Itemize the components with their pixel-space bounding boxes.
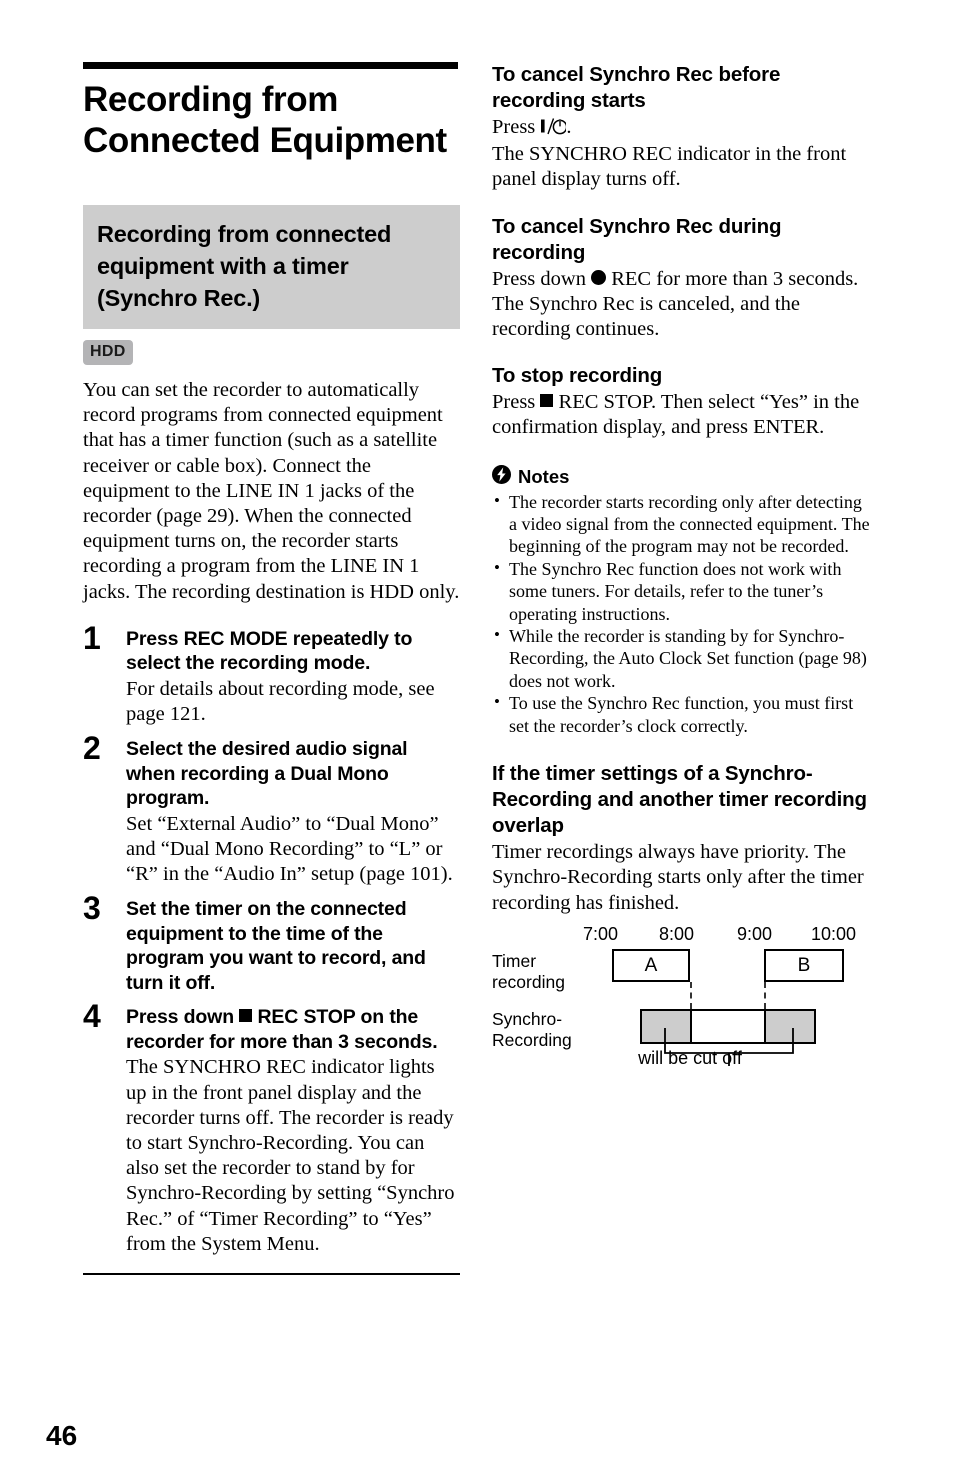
step-item-3: 3 Set the timer on the connected equipme… bbox=[83, 892, 460, 995]
step-heading-pre: Press down bbox=[126, 1006, 240, 1029]
step-number: 2 bbox=[83, 730, 101, 767]
step-detail: Set “External Audio” to “Dual Mono” and … bbox=[126, 812, 453, 886]
press-label: Press bbox=[492, 391, 541, 414]
step-number: 1 bbox=[83, 619, 101, 656]
press-label: Press bbox=[492, 116, 541, 138]
chapter-top-rule bbox=[83, 62, 458, 69]
right-column: To cancel Synchro Rec before recording s… bbox=[492, 62, 874, 940]
stop-square-icon bbox=[239, 1009, 253, 1023]
timer-block-a: A bbox=[612, 949, 690, 982]
step-heading: Set the timer on the connected equipment… bbox=[126, 898, 426, 994]
timer-recording-label: Timer recording bbox=[492, 951, 565, 992]
step-number: 4 bbox=[83, 998, 101, 1035]
note-item: To use the Synchro Rec function, you mus… bbox=[492, 691, 874, 737]
cancel-before-block: To cancel Synchro Rec before recording s… bbox=[492, 62, 874, 193]
stop-recording-body: Press REC STOP. Then select “Yes” in the… bbox=[492, 390, 874, 440]
flash-circle-icon bbox=[492, 464, 511, 489]
cancel-before-body: The SYNCHRO REC indicator in the front p… bbox=[492, 143, 847, 191]
page-title: Recording from Connected Equipment bbox=[83, 80, 447, 160]
step-item-2: 2 Select the desired audio signal when r… bbox=[83, 732, 460, 887]
notes-heading: Notes bbox=[492, 464, 874, 489]
section-heading-panel: Recording from connected equipment with … bbox=[83, 205, 460, 329]
cancel-during-block: To cancel Synchro Rec during recording P… bbox=[492, 214, 874, 343]
step-number: 3 bbox=[83, 890, 101, 927]
timer-block-b: B bbox=[764, 949, 844, 982]
record-circle-icon bbox=[591, 269, 607, 285]
step-detail: The SYNCHRO REC indicator lights up in t… bbox=[126, 1056, 455, 1255]
time-tick-4: 10:00 bbox=[810, 924, 856, 944]
hdd-badge: HDD bbox=[83, 340, 133, 365]
cancel-before-heading: To cancel Synchro Rec before recording s… bbox=[492, 63, 781, 112]
cutoff-caption: will be cut off bbox=[638, 1048, 742, 1068]
section-heading: Recording from connected equipment with … bbox=[97, 221, 392, 311]
synchro-recording-label: Synchro- Recording bbox=[492, 1009, 572, 1050]
time-tick-3: 9:00 bbox=[736, 924, 772, 944]
press-label: Press down bbox=[492, 267, 592, 290]
stop-recording-block: To stop recording Press REC STOP. Then s… bbox=[492, 363, 874, 440]
press-label-end: . bbox=[566, 116, 572, 138]
step-heading: Press down REC STOP on the recorder for … bbox=[126, 1005, 460, 1054]
step-heading: Press REC MODE repeatedly to select the … bbox=[126, 627, 413, 675]
step-detail: For details about recording mode, see pa… bbox=[126, 677, 435, 726]
press-label-end: REC for more than 3 seconds. bbox=[606, 267, 859, 290]
step-item-1: 1 Press REC MODE repeatedly to select th… bbox=[83, 622, 460, 727]
notes-block: Notes The recorder starts recording only… bbox=[492, 464, 874, 737]
overlap-body: Timer recordings always have priority. T… bbox=[492, 841, 864, 914]
section-intro: You can set the recorder to automaticall… bbox=[83, 379, 460, 603]
cut-end-dashed-line bbox=[764, 982, 766, 1009]
notes-list: The recorder starts recording only after… bbox=[492, 490, 874, 737]
note-item: The Synchro Rec function does not work w… bbox=[492, 557, 874, 625]
note-item: The recorder starts recording only after… bbox=[492, 490, 874, 558]
step-item-4: 4 Press down REC STOP on the recorder fo… bbox=[83, 1000, 460, 1257]
left-column: Recording from Connected Equipment Recor… bbox=[83, 62, 460, 1275]
timing-diagram: 7:00 8:00 9:00 10:00 Timer recording Syn… bbox=[492, 918, 882, 1078]
cancel-during-press-line: Press down REC for more than 3 seconds. bbox=[492, 267, 874, 292]
page-number: 46 bbox=[46, 1420, 78, 1451]
overlap-heading: If the timer settings of a Synchro-Recor… bbox=[492, 762, 867, 838]
step-heading: Select the desired audio signal when rec… bbox=[126, 738, 408, 810]
cancel-before-press-line: Press . bbox=[492, 115, 874, 142]
procedure-steps: 1 Press REC MODE repeatedly to select th… bbox=[83, 622, 460, 1257]
notes-label: Notes bbox=[518, 465, 570, 487]
time-tick-1: 7:00 bbox=[582, 924, 618, 944]
cancel-during-heading: To cancel Synchro Rec during recording bbox=[492, 214, 782, 264]
time-tick-2: 8:00 bbox=[658, 924, 694, 944]
section-bottom-rule bbox=[83, 1272, 460, 1275]
stop-recording-heading: To stop recording bbox=[492, 364, 663, 388]
stop-square-icon bbox=[540, 394, 554, 408]
power-standby-icon bbox=[540, 117, 568, 142]
note-item: While the recorder is standing by for Sy… bbox=[492, 624, 874, 692]
media-badge-row: HDD bbox=[83, 340, 460, 365]
overlap-block: If the timer settings of a Synchro-Recor… bbox=[492, 761, 874, 916]
cut-start-dashed-line bbox=[690, 982, 692, 1009]
cancel-during-body: The Synchro Rec is canceled, and the rec… bbox=[492, 292, 800, 341]
